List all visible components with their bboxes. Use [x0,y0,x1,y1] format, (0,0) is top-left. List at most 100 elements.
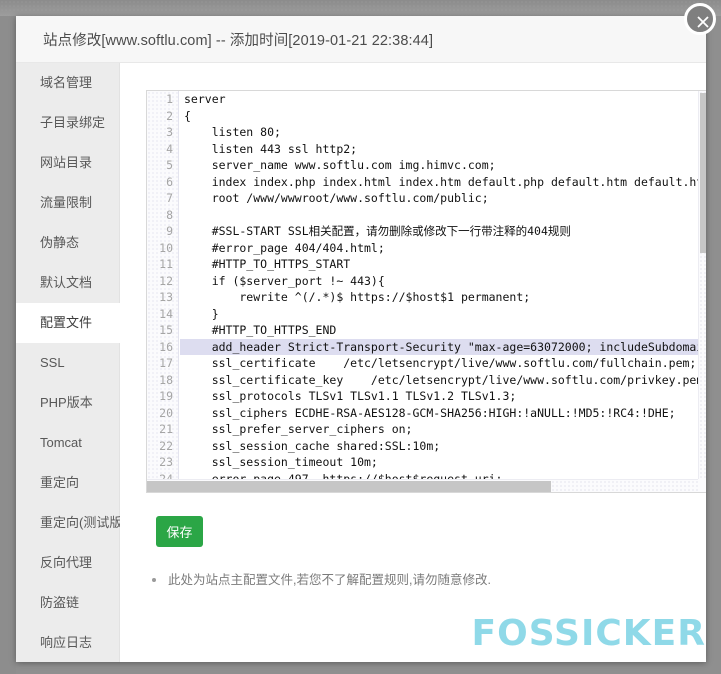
editor-line-number: 6 [166,174,173,189]
sidebar-item-label: 响应日志 [40,635,93,650]
sidebar-item-label: 网站目录 [40,155,93,170]
sidebar-item-3[interactable]: 流量限制 [16,183,119,223]
sidebar-item-label: PHP版本 [40,395,93,410]
page-backdrop-left [0,0,16,674]
editor-code-line[interactable]: ssl_certificate_key /etc/letsencrypt/liv… [180,372,698,389]
sidebar-item-label: 伪静态 [40,235,80,250]
editor-vertical-scrollbar-thumb[interactable] [700,93,706,253]
sidebar-item-label: 防盗链 [40,595,80,610]
editor-code-line[interactable]: ssl_ciphers ECDHE-RSA-AES128-GCM-SHA256:… [180,405,698,422]
editor-line-number: 2 [166,108,173,123]
sidebar-item-1[interactable]: 子目录绑定 [16,103,119,143]
editor-code-line[interactable]: ssl_prefer_server_ciphers on; [180,421,698,438]
sidebar-item-label: SSL [40,355,65,370]
sidebar-item-label: 配置文件 [40,315,93,330]
editor-line-number: 12 [159,273,173,288]
editor-code-line[interactable]: root /www/wwwroot/www.softlu.com/public; [180,190,698,207]
sidebar-item-4[interactable]: 伪静态 [16,223,119,263]
sidebar-item-label: 流量限制 [40,195,93,210]
editor-code-line[interactable]: } [180,306,698,323]
note-text: 此处为站点主配置文件,若您不了解配置规则,请勿随意修改. [168,573,491,587]
editor-line-number: 11 [159,257,173,271]
editor-code-line[interactable]: { [180,108,698,125]
bullet-icon [152,578,156,582]
editor-code-line[interactable]: #SSL-START SSL相关配置，请勿删除或修改下一行带注释的404规则 [180,223,698,240]
notes-list: 此处为站点主配置文件,若您不了解配置规则,请勿随意修改. [146,571,686,589]
sidebar-item-label: 默认文档 [40,275,93,290]
close-icon[interactable] [684,3,716,35]
editor-line-number: 20 [159,405,173,420]
editor-code-line-active[interactable]: add_header Strict-Transport-Security "ma… [180,338,698,355]
editor-code-line[interactable]: error_page 497 https://$host$request_uri… [180,471,698,480]
editor-line-number: 8 [166,207,173,222]
sidebar-item-9[interactable]: Tomcat [16,423,119,463]
note-item: 此处为站点主配置文件,若您不了解配置规则,请勿随意修改. [146,571,686,589]
editor-code-line[interactable]: #error_page 404/404.html; [180,240,698,257]
sidebar-item-13[interactable]: 防盗链 [16,583,119,623]
editor-line-number: 21 [159,422,173,436]
site-edit-dialog: 站点修改[www.softlu.com] -- 添加时间[2019-01-21 … [16,16,706,662]
editor-code-line[interactable]: ssl_session_cache shared:SSL:10m; [180,438,698,455]
sidebar-item-label: 域名管理 [40,75,93,90]
dialog-body: 域名管理子目录绑定网站目录流量限制伪静态默认文档配置文件 SSL PHP版本 Tomc… [16,63,706,662]
editor-line-number: 13 [159,290,173,304]
sidebar-item-label: 重定向(测试版) [40,515,127,530]
screen-root: 站点修改[www.softlu.com] -- 添加时间[2019-01-21 … [0,0,721,674]
editor-line-number: 18 [159,372,173,387]
editor-code-line[interactable]: index index.php index.html index.htm def… [180,174,698,191]
editor-line-number: 16 [159,339,173,354]
editor-line-number: 9 [166,224,173,238]
editor-line-number: 15 [159,323,173,337]
sidebar-item-5[interactable]: 默认文档 [16,263,119,303]
editor-code-line[interactable]: ssl_certificate /etc/letsencrypt/live/ww… [180,355,698,372]
editor-line-number: 14 [159,306,173,321]
dialog-sidebar: 域名管理子目录绑定网站目录流量限制伪静态默认文档配置文件 SSL PHP版本 Tomc… [16,63,127,662]
sidebar-item-label: 反向代理 [40,555,93,570]
editor-code-area[interactable]: server{ listen 80; listen 443 ssl http2;… [180,91,698,479]
editor-line-number: 1 [166,92,173,106]
sidebar-item-7[interactable]: SSL [16,343,119,383]
editor-line-number: 5 [166,158,173,172]
editor-line-number: 3 [166,125,173,139]
editor-line-number: 10 [159,240,173,255]
editor-code-line[interactable]: ssl_session_timeout 10m; [180,454,698,471]
editor-code-line[interactable]: server_name www.softlu.com img.himvc.com… [180,157,698,174]
editor-code-line[interactable]: #HTTP_TO_HTTPS_START [180,256,698,273]
editor-line-number: 4 [166,141,173,156]
editor-vertical-scrollbar[interactable] [698,91,706,479]
sidebar-item-0[interactable]: 域名管理 [16,63,119,103]
save-button[interactable]: 保存 [156,516,203,547]
sidebar-item-label: Tomcat [40,435,82,450]
sidebar-item-14[interactable]: 响应日志 [16,623,119,662]
editor-line-number-gutter: 123456789101112131415161718192021222324 [147,91,179,492]
editor-code-line[interactable]: server [180,91,698,108]
page-backdrop-texture [0,0,721,12]
editor-code-line[interactable]: #HTTP_TO_HTTPS_END [180,322,698,339]
editor-code-line[interactable] [180,207,698,224]
sidebar-item-6[interactable]: 配置文件 [16,303,121,343]
editor-line-number: 7 [166,191,173,205]
fossicker-watermark: FOSSICKER [471,613,706,654]
editor-horizontal-scrollbar[interactable] [147,479,698,492]
editor-code-line[interactable]: rewrite ^(/.*)$ https://$host$1 permanen… [180,289,698,306]
sidebar-item-10[interactable]: 重定向 [16,463,119,503]
editor-line-number: 17 [159,356,173,370]
dialog-main-pane: 123456789101112131415161718192021222324 … [120,63,706,662]
sidebar-item-label: 重定向 [40,475,80,490]
sidebar-item-2[interactable]: 网站目录 [16,143,119,183]
editor-line-number: 19 [159,389,173,403]
editor-code-line[interactable]: listen 80; [180,124,698,141]
editor-code-line[interactable]: listen 443 ssl http2; [180,141,698,158]
editor-code-line[interactable]: if ($server_port !~ 443){ [180,273,698,290]
dialog-titlebar: 站点修改[www.softlu.com] -- 添加时间[2019-01-21 … [16,16,706,63]
dialog-title: 站点修改[www.softlu.com] -- 添加时间[2019-01-21 … [43,33,434,49]
sidebar-item-label: 子目录绑定 [40,115,106,130]
sidebar-item-11[interactable]: 重定向(测试版) [16,503,127,543]
editor-line-number: 22 [159,438,173,453]
sidebar-item-8[interactable]: PHP版本 [16,383,119,423]
sidebar-item-12[interactable]: 反向代理 [16,543,119,583]
editor-scrollbar-corner [698,479,706,492]
editor-code-line[interactable]: ssl_protocols TLSv1 TLSv1.1 TLSv1.2 TLSv… [180,388,698,405]
editor-horizontal-scrollbar-thumb[interactable] [147,481,551,492]
config-code-editor[interactable]: 123456789101112131415161718192021222324 … [146,90,706,493]
